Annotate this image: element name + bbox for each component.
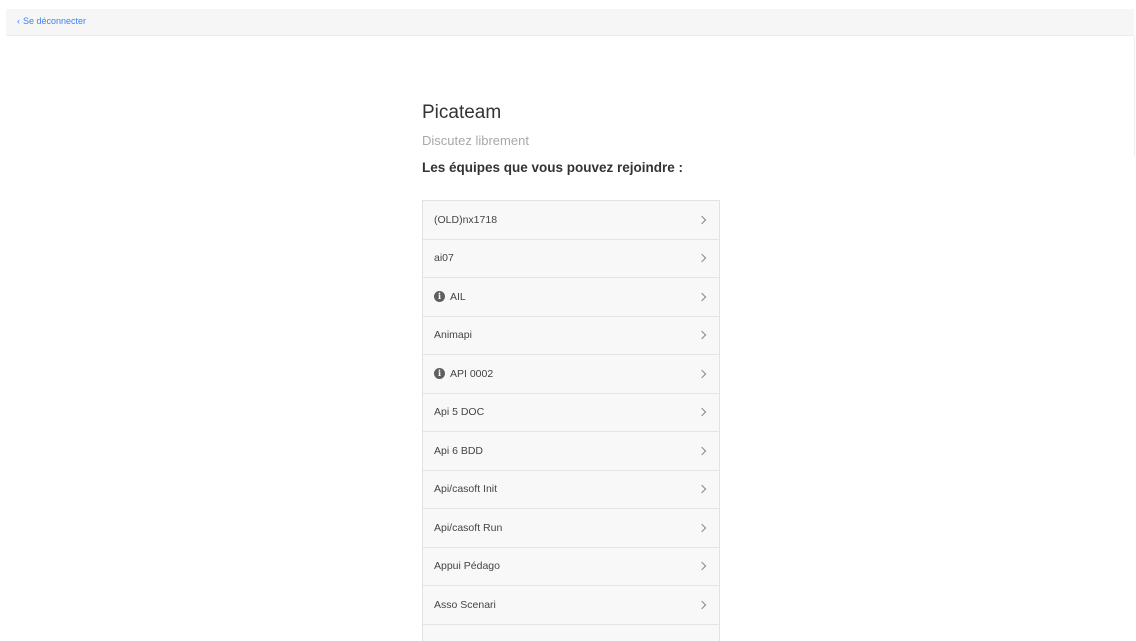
team-list-item[interactable]	[423, 624, 719, 641]
team-list-item[interactable]: i AIL	[423, 278, 719, 317]
chevron-left-icon: ‹	[17, 16, 20, 26]
page: ‹ Se déconnecter Picateam Discutez librem…	[0, 0, 1136, 641]
team-item-content: Api 5 DOC	[434, 406, 484, 418]
team-list-item[interactable]: Asso Scenari	[423, 586, 719, 625]
chevron-right-icon	[697, 446, 707, 455]
team-name: Api 5 DOC	[434, 406, 485, 419]
team-item-content: (OLD)nx1718	[434, 214, 497, 226]
team-list-item[interactable]: Api/casoft Run	[423, 509, 719, 548]
team-item-content: Api/casoft Run	[434, 522, 502, 534]
team-item-content: Appui Pédago	[434, 560, 500, 572]
team-list-item[interactable]: Animapi	[423, 316, 719, 355]
team-name: API 0002	[450, 367, 494, 380]
team-name: (OLD)nx1718	[434, 213, 498, 226]
chevron-right-icon	[697, 562, 707, 571]
chevron-right-icon	[697, 254, 707, 263]
team-list-item[interactable]: Api 5 DOC	[423, 393, 719, 432]
chevron-right-icon	[697, 600, 707, 609]
team-item-content: i API 0002	[434, 368, 493, 380]
right-divider	[1134, 36, 1135, 156]
team-item-content: Asso Scenari	[434, 599, 496, 611]
chevron-right-icon	[697, 485, 707, 494]
team-name: Api/casoft Run	[434, 521, 503, 534]
team-list-item[interactable]: Api 6 BDD	[423, 432, 719, 471]
app-title: Picateam	[422, 102, 502, 123]
team-item-content: Api 6 BDD	[434, 445, 483, 457]
team-name: ai07	[434, 252, 454, 265]
team-list-item[interactable]: ai07	[423, 239, 719, 278]
chevron-right-icon	[697, 523, 707, 532]
main-content: Picateam Discutez librement Les équipes …	[422, 100, 722, 641]
team-item-content: Animapi	[434, 329, 472, 341]
team-item-content: i AIL	[434, 291, 466, 303]
team-item-content: Api/casoft Init	[434, 483, 497, 495]
chevron-right-icon	[697, 215, 707, 224]
info-circle-icon: i	[434, 291, 445, 303]
chevron-right-icon	[697, 331, 707, 340]
app-subtitle: Discutez librement	[422, 133, 529, 148]
teams-heading: Les équipes que vous pouvez rejoindre :	[422, 160, 684, 175]
team-name: Appui Pédago	[434, 560, 500, 573]
team-name: Asso Scenari	[434, 598, 496, 611]
team-name: Api 6 BDD	[434, 444, 484, 457]
chevron-right-icon	[697, 292, 707, 301]
chevron-right-icon	[697, 408, 707, 417]
top-bar: ‹ Se déconnecter	[6, 9, 1134, 36]
team-list-item[interactable]: Appui Pédago	[423, 547, 719, 586]
logout-link[interactable]: ‹ Se déconnecter	[17, 16, 86, 26]
team-list-item[interactable]: Api/casoft Init	[423, 470, 719, 509]
team-item-content: ai07	[434, 252, 454, 264]
chevron-right-icon	[697, 369, 707, 378]
team-name: Api/casoft Init	[434, 483, 498, 496]
logout-label: Se déconnecter	[23, 16, 87, 26]
team-name: Animapi	[434, 329, 472, 342]
team-name: AIL	[450, 290, 466, 303]
team-list-item[interactable]: i API 0002	[423, 355, 719, 394]
team-list: (OLD)nx1718 ai07 i AIL Animapi i API 0002 Api 5…	[422, 200, 720, 641]
team-list-item[interactable]: (OLD)nx1718	[423, 201, 719, 240]
info-circle-icon: i	[434, 368, 445, 380]
